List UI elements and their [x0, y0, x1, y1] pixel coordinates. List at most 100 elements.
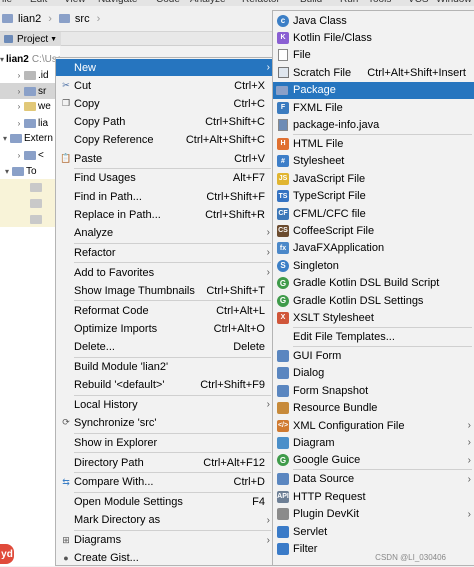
breadcrumb-project[interactable]: lian2: [18, 13, 41, 25]
tree-node[interactable]: [0, 179, 60, 195]
expand-arrow-icon[interactable]: ▾: [0, 55, 4, 64]
context-menu-item-find-usages[interactable]: Find Usages Alt+F7: [56, 170, 273, 187]
new-item-diagram[interactable]: Diagram ›: [273, 434, 474, 451]
new-item-scratch-file[interactable]: Scratch File Ctrl+Alt+Shift+Insert: [273, 64, 474, 81]
new-item-google-guice[interactable]: G Google Guice ›: [273, 452, 474, 469]
expand-arrow-icon[interactable]: ▾: [0, 134, 10, 143]
new-item-file[interactable]: File: [273, 47, 474, 64]
context-menu-item-diagrams[interactable]: ⊞ Diagrams ›: [56, 532, 273, 549]
shortcut-label: Ctrl+Alt+O: [213, 322, 265, 335]
context-menu-item-create-gist[interactable]: ● Create Gist...: [56, 550, 273, 567]
new-item-coffeescript-file[interactable]: CS CoffeeScript File: [273, 222, 474, 239]
tree-node[interactable]: › lia: [0, 115, 60, 131]
new-item-cfml-cfc-file[interactable]: CF CFML/CFC file: [273, 205, 474, 222]
menu-item-label: Dialog: [293, 367, 325, 380]
expand-arrow-icon[interactable]: ›: [14, 119, 24, 128]
context-menu-item-paste[interactable]: 📋 Paste Ctrl+V: [56, 150, 273, 167]
menu-item-run[interactable]: Run: [340, 0, 358, 5]
new-item-dialog[interactable]: Dialog: [273, 365, 474, 382]
new-item-package-info-java[interactable]: package-info.java: [273, 116, 474, 133]
new-item-singleton[interactable]: S Singleton: [273, 257, 474, 274]
context-menu-item-replace-in-path[interactable]: Replace in Path... Ctrl+Shift+R: [56, 206, 273, 223]
menu-item-refactor[interactable]: Refactor: [242, 0, 280, 5]
new-item-typescript-file[interactable]: TS TypeScript File: [273, 188, 474, 205]
new-item-plugin-devkit[interactable]: Plugin DevKit ›: [273, 506, 474, 523]
expand-arrow-icon[interactable]: ›: [14, 87, 24, 96]
chevron-right-icon: ›: [266, 399, 270, 411]
tree-node[interactable]: [0, 195, 60, 211]
menu-item-vcs[interactable]: VCS: [408, 0, 429, 5]
menu-item-build[interactable]: Build: [300, 0, 322, 5]
new-item-form-snapshot[interactable]: Form Snapshot: [273, 382, 474, 399]
new-item-kotlin-file-class[interactable]: K Kotlin File/Class: [273, 29, 474, 46]
menu-item-window[interactable]: Window: [436, 0, 472, 5]
menu-item-ile[interactable]: ile: [2, 0, 12, 5]
project-view-selector[interactable]: Project ▼: [0, 32, 62, 46]
context-menu-item-synchronize-src[interactable]: ⟳ Synchronize 'src': [56, 414, 273, 431]
breadcrumb-folder[interactable]: src: [75, 13, 90, 25]
menu-item-label: Cut: [74, 79, 92, 92]
menu-item-edit[interactable]: Edit: [30, 0, 47, 5]
new-item-gradle-kotlin-dsl-build-script[interactable]: G Gradle Kotlin DSL Build Script: [273, 275, 474, 292]
new-item-java-class[interactable]: c Java Class: [273, 12, 474, 29]
tree-node[interactable]: [0, 211, 60, 227]
new-item-gradle-kotlin-dsl-settings[interactable]: G Gradle Kotlin DSL Settings: [273, 292, 474, 309]
tree-node[interactable]: ▾ To: [0, 163, 60, 179]
tree-node[interactable]: › sr: [0, 83, 60, 99]
context-menu-item-show-in-explorer[interactable]: Show in Explorer: [56, 434, 273, 451]
context-menu-item-refactor[interactable]: Refactor ›: [56, 244, 273, 261]
tree-node[interactable]: › .id: [0, 67, 60, 83]
expand-arrow-icon[interactable]: ›: [14, 71, 24, 80]
context-menu-item-show-image-thumbnails[interactable]: Show Image Thumbnails Ctrl+Shift+T: [56, 282, 273, 299]
new-item-edit-file-templates[interactable]: Edit File Templates...: [273, 328, 474, 345]
context-menu-item-analyze[interactable]: Analyze ›: [56, 224, 273, 241]
new-item-http-request[interactable]: API HTTP Request: [273, 488, 474, 505]
context-menu-item-new[interactable]: New ›: [56, 59, 273, 76]
new-item-javafxapplication[interactable]: fx JavaFXApplication: [273, 240, 474, 257]
menu-item-view[interactable]: View: [64, 0, 86, 5]
context-menu-item-directory-path[interactable]: Directory Path Ctrl+Alt+F12: [56, 454, 273, 471]
context-menu-item-rebuild-default[interactable]: Rebuild '<default>' Ctrl+Shift+F9: [56, 376, 273, 393]
context-menu-item-delete[interactable]: Delete... Delete: [56, 338, 273, 355]
context-menu-item-build-module-lian2[interactable]: Build Module 'lian2': [56, 358, 273, 375]
context-menu-item-add-to-favorites[interactable]: Add to Favorites ›: [56, 264, 273, 281]
context-menu-item-compare-with[interactable]: ⇆ Compare With... Ctrl+D: [56, 474, 273, 491]
new-item-servlet[interactable]: Servlet: [273, 523, 474, 540]
context-menu-item-copy-reference[interactable]: Copy Reference Ctrl+Alt+Shift+C: [56, 132, 273, 149]
context-menu-item-find-in-path[interactable]: Find in Path... Ctrl+Shift+F: [56, 188, 273, 205]
menu-item-label: Form Snapshot: [293, 384, 369, 397]
menu-item-tools[interactable]: Tools: [368, 0, 391, 5]
expand-arrow-icon[interactable]: ›: [14, 151, 24, 160]
new-item-html-file[interactable]: H HTML File: [273, 135, 474, 152]
context-menu-item-reformat-code[interactable]: Reformat Code Ctrl+Alt+L: [56, 302, 273, 319]
menu-item-code[interactable]: Code: [156, 0, 180, 5]
new-item-xml-configuration-file[interactable]: </> XML Configuration File ›: [273, 417, 474, 434]
new-item-javascript-file[interactable]: JS JavaScript File: [273, 170, 474, 187]
context-menu-item-cut[interactable]: ✂ Cut Ctrl+X: [56, 77, 273, 94]
project-icon: [4, 35, 13, 43]
context-menu-item-optimize-imports[interactable]: Optimize Imports Ctrl+Alt+O: [56, 320, 273, 337]
menu-item-analyze[interactable]: Analyze: [190, 0, 226, 5]
html-file-icon: H: [276, 137, 290, 151]
expand-arrow-icon[interactable]: ▾: [2, 167, 12, 176]
context-menu-item-mark-directory-as[interactable]: Mark Directory as ›: [56, 512, 273, 529]
tree-node[interactable]: ▾ Extern: [0, 130, 60, 146]
new-item-package[interactable]: Package: [273, 81, 474, 99]
new-item-fxml-file[interactable]: F FXML File: [273, 99, 474, 116]
menu-item-label: Optimize Imports: [74, 322, 158, 335]
new-item-stylesheet[interactable]: # Stylesheet: [273, 153, 474, 170]
tree-node[interactable]: ▾lian2C:\Users\Lenovo\Id: [0, 51, 60, 67]
context-menu-item-open-module-settings[interactable]: Open Module Settings F4: [56, 494, 273, 511]
menu-item-navigate[interactable]: Navigate: [98, 0, 137, 5]
new-item-data-source[interactable]: Data Source ›: [273, 471, 474, 488]
tree-node[interactable]: › we: [0, 98, 60, 114]
new-item-xslt-stylesheet[interactable]: X XSLT Stylesheet: [273, 309, 474, 326]
context-menu-item-local-history[interactable]: Local History ›: [56, 396, 273, 413]
new-item-gui-form[interactable]: GUI Form: [273, 347, 474, 364]
tree-node[interactable]: › <: [0, 147, 60, 163]
expand-arrow-icon[interactable]: ›: [14, 102, 24, 111]
menu-item-label: Gradle Kotlin DSL Settings: [293, 294, 424, 307]
context-menu-item-copy-path[interactable]: Copy Path Ctrl+Shift+C: [56, 114, 273, 131]
context-menu-item-copy[interactable]: ❐ Copy Ctrl+C: [56, 95, 273, 112]
new-item-resource-bundle[interactable]: Resource Bundle: [273, 400, 474, 417]
